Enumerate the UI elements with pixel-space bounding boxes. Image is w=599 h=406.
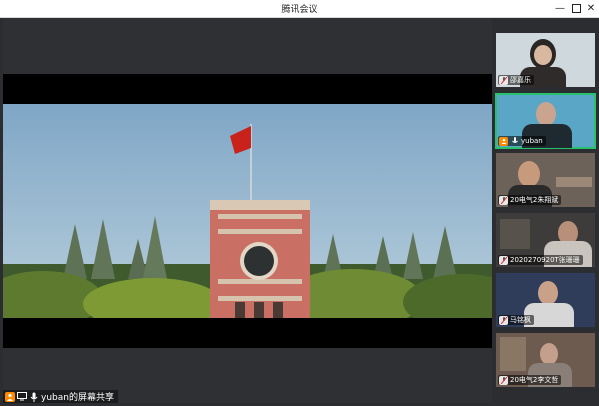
- maximize-button[interactable]: [569, 2, 583, 15]
- screen-share-label[interactable]: yuban的屏幕共享: [3, 390, 118, 403]
- microphone-muted-icon: [499, 375, 508, 385]
- letterbox-top: [3, 74, 492, 104]
- close-button[interactable]: ✕: [584, 2, 598, 15]
- participant-tile[interactable]: 20电气2李文哲: [496, 333, 595, 387]
- campus-clocktower-image: [3, 104, 492, 318]
- participant-name: 20电气2李文哲: [510, 376, 559, 384]
- participant-name: yuban: [521, 137, 543, 145]
- letterbox-bottom: [3, 318, 492, 348]
- microphone-muted-icon: [499, 195, 508, 205]
- title-bar: 腾讯会议 — ✕: [0, 0, 599, 18]
- shared-screen-area: yuban的屏幕共享: [3, 18, 492, 403]
- participant-name: 20电气2朱翔斌: [510, 196, 559, 204]
- microphone-icon: [29, 392, 39, 402]
- close-icon: ✕: [586, 3, 596, 14]
- window-title: 腾讯会议: [281, 5, 318, 15]
- background-bookshelf: [500, 337, 526, 371]
- user-icon: [5, 391, 15, 402]
- background-furniture: [500, 219, 530, 249]
- person-face: [540, 343, 558, 365]
- participant-name-tag: 马铭枫: [498, 315, 534, 325]
- shelf: [556, 177, 592, 187]
- participant-tile[interactable]: 马铭枫: [496, 273, 595, 327]
- user-icon: [499, 136, 508, 146]
- participant-tile[interactable]: 邵嘉乐: [496, 33, 595, 87]
- microphone-icon: [510, 137, 519, 146]
- participant-tile[interactable]: 2020270920T张珊珊: [496, 213, 595, 267]
- person-face: [534, 45, 552, 65]
- participant-name-tag: 邵嘉乐: [498, 75, 534, 85]
- person-face: [518, 161, 540, 187]
- screen-share-text: yuban的屏幕共享: [41, 393, 114, 403]
- person-face: [536, 102, 556, 126]
- microphone-muted-icon: [499, 315, 508, 325]
- microphone-muted-icon: [499, 255, 508, 265]
- participant-name-tag: 20电气2李文哲: [498, 375, 562, 385]
- minimize-icon: —: [555, 3, 565, 14]
- minimize-button[interactable]: —: [553, 2, 567, 15]
- participant-tile-active[interactable]: yuban: [495, 93, 596, 149]
- participant-name-tag: yuban: [498, 136, 546, 146]
- screen-share-icon: [17, 392, 27, 402]
- participant-name: 2020270920T张珊珊: [510, 256, 580, 264]
- person-face: [538, 281, 558, 305]
- shared-video: [3, 104, 492, 318]
- participant-name-tag: 2020270920T张珊珊: [498, 255, 583, 265]
- microphone-muted-icon: [499, 75, 508, 85]
- maximize-icon: [571, 4, 581, 13]
- participant-name: 邵嘉乐: [510, 76, 531, 84]
- participant-tile[interactable]: 20电气2朱翔斌: [496, 153, 595, 207]
- participant-name: 马铭枫: [510, 316, 531, 324]
- participant-name-tag: 20电气2朱翔斌: [498, 195, 562, 205]
